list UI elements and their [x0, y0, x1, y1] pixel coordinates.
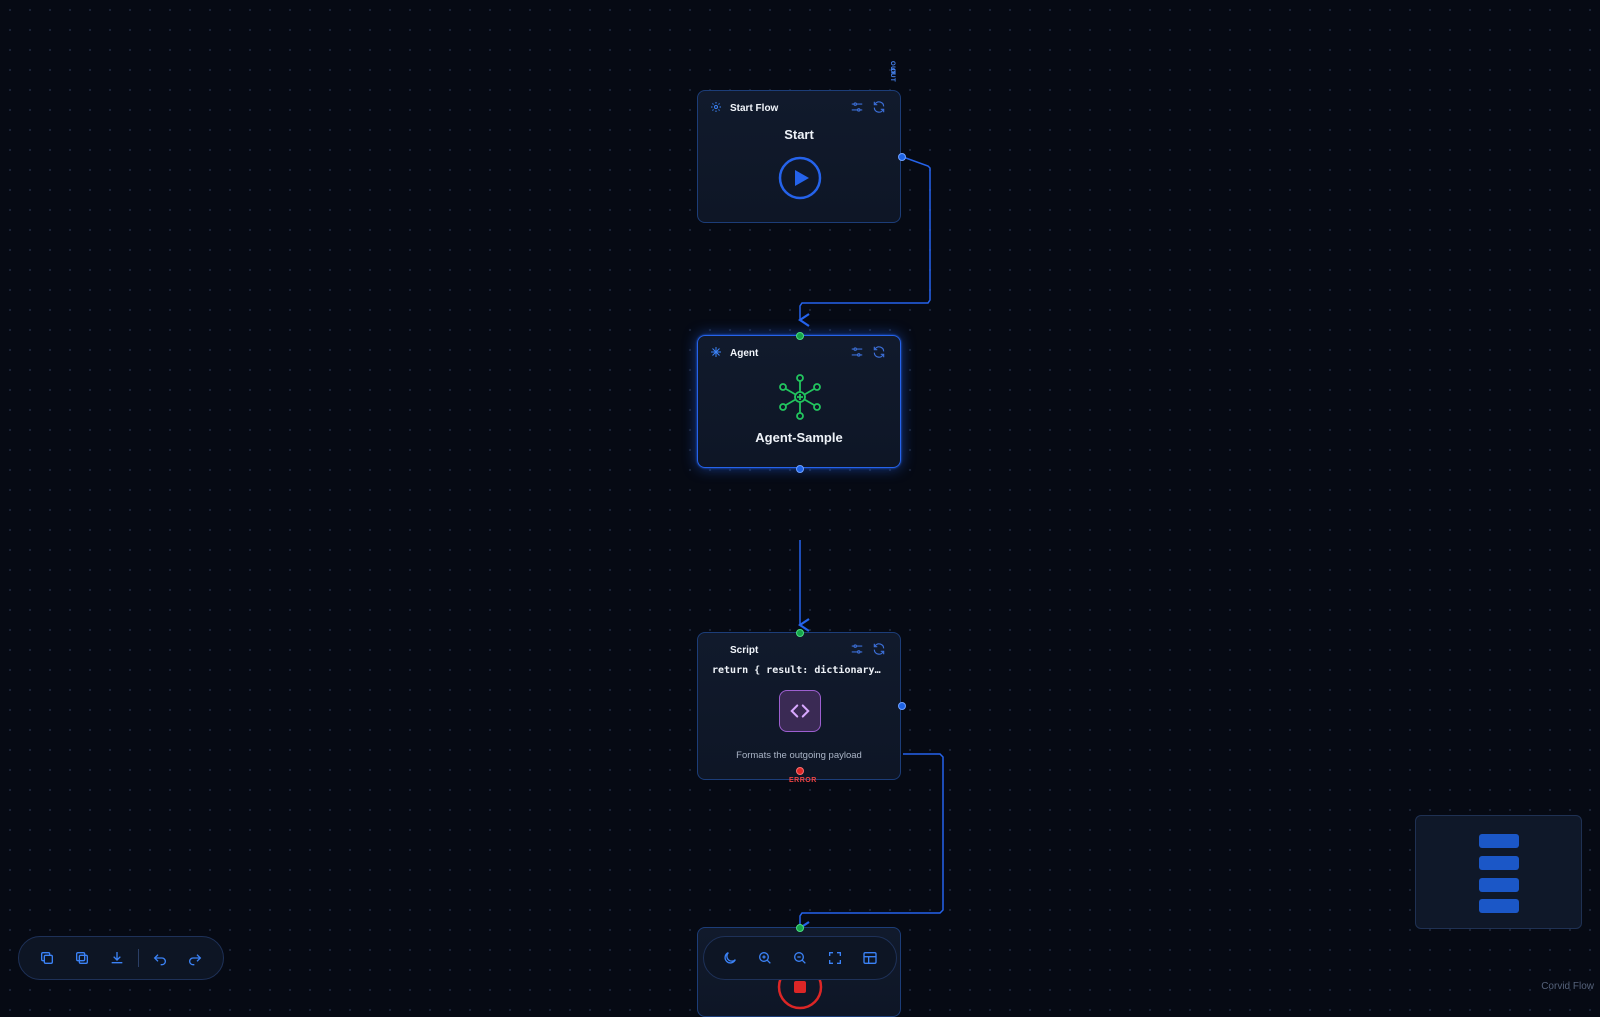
in-port[interactable]: [796, 924, 804, 932]
zoom-in-icon[interactable]: [751, 944, 778, 972]
toolbar-divider: [138, 949, 139, 967]
left-toolbar: [18, 936, 224, 980]
network-icon: [776, 373, 824, 421]
watermark: Corvid Flow: [1541, 981, 1594, 992]
start-flow-node[interactable]: Start Flow Start OUT: [697, 61, 906, 223]
snowflake-icon: [710, 346, 724, 360]
gear-icon: [710, 101, 724, 115]
layout-icon[interactable]: [857, 944, 884, 972]
zoom-out-icon[interactable]: [786, 944, 813, 972]
fullscreen-icon[interactable]: [822, 944, 849, 972]
script-code: return { result: dictionary.map(d => d.v…: [712, 665, 886, 676]
undo-icon[interactable]: [147, 944, 174, 972]
node-header: Start Flow: [698, 91, 900, 125]
copy-icon[interactable]: [33, 944, 60, 972]
node-header-title: Agent: [730, 347, 759, 359]
redo-icon[interactable]: [182, 944, 209, 972]
play-button[interactable]: [778, 156, 822, 200]
code-icon: [790, 704, 810, 718]
moon-icon[interactable]: [716, 944, 743, 972]
minimap[interactable]: [1415, 815, 1582, 929]
node-header-title: Start Flow: [730, 102, 779, 114]
script-node[interactable]: Script return { result: dictionary.map(d…: [697, 68, 906, 784]
node-header-title: Script: [730, 644, 759, 656]
duplicate-icon[interactable]: [68, 944, 95, 972]
out-port-label: OUT: [889, 68, 895, 83]
minimap-node: [1479, 878, 1519, 892]
edge-script-end[interactable]: [797, 753, 944, 935]
error-port-label: ERROR: [789, 777, 817, 784]
bottom-toolbar: [703, 936, 897, 980]
script-description: Formats the outgoing payload: [736, 750, 862, 761]
refresh-icon[interactable]: [872, 100, 888, 116]
sliders-icon[interactable]: [850, 642, 866, 658]
script-tile: [779, 690, 821, 732]
sliders-icon[interactable]: [850, 100, 866, 116]
node-title: Agent-Sample: [755, 430, 843, 445]
minimap-node: [1479, 856, 1519, 870]
minimap-node: [1479, 899, 1519, 913]
agent-node[interactable]: Agent Agent-Sample: [697, 332, 901, 473]
sliders-icon[interactable]: [850, 345, 866, 361]
minimap-node: [1479, 834, 1519, 848]
script-head-icon: [710, 643, 724, 657]
out-port[interactable]: [898, 702, 906, 710]
download-icon[interactable]: [103, 944, 130, 972]
refresh-icon[interactable]: [872, 345, 888, 361]
out-port[interactable]: [796, 465, 804, 473]
node-header: Script: [698, 633, 900, 667]
node-title: Start: [784, 127, 814, 142]
error-port[interactable]: [796, 767, 804, 775]
node-header: Agent: [698, 336, 900, 370]
play-icon: [778, 156, 822, 200]
refresh-icon[interactable]: [872, 642, 888, 658]
out-port[interactable]: [898, 153, 906, 161]
